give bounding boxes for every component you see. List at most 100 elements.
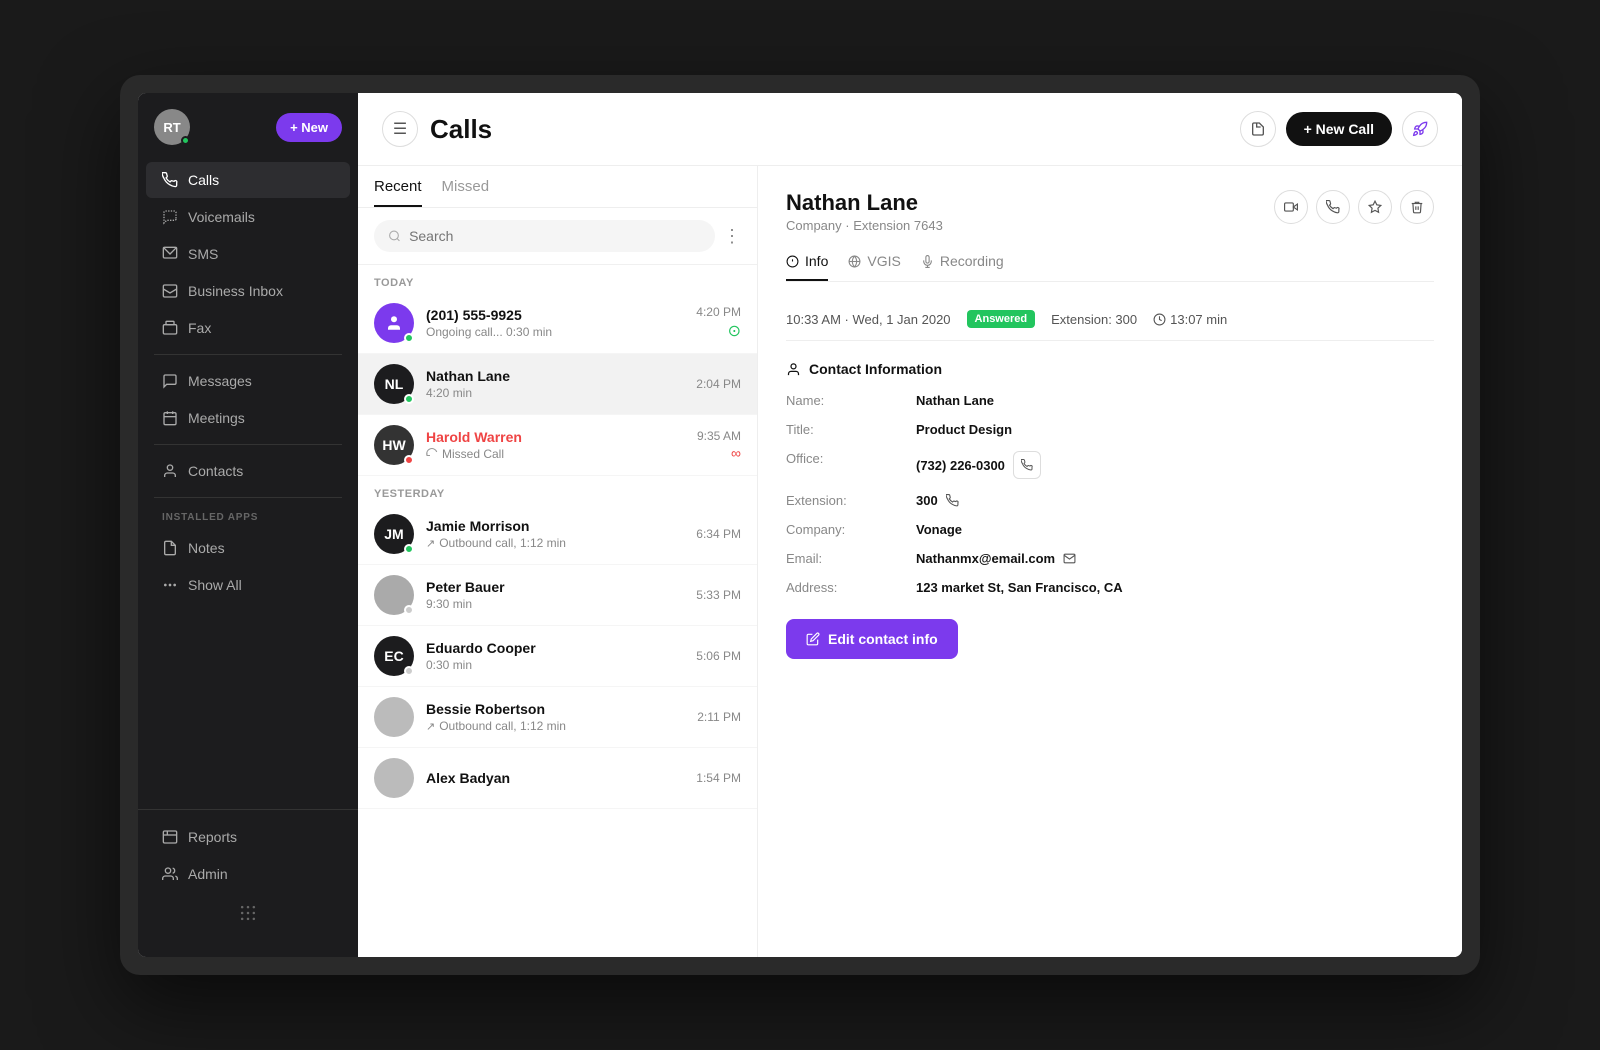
caller-name: Bessie Robertson [426,701,685,717]
sms-icon [162,246,178,262]
keypad-button[interactable] [138,893,358,933]
notes-icon [162,540,178,556]
rocket-button[interactable] [1402,111,1438,147]
email-label: Email: [786,551,916,566]
call-meta: 10:33 AM · Wed, 1 Jan 2020 Answered Exte… [786,298,1434,341]
sidebar-item-meetings[interactable]: Meetings [146,400,350,436]
main-content: ☰ Calls + New Call [358,93,1462,957]
status-badge: Answered [967,310,1036,328]
sidebar-item-fax[interactable]: Fax [146,310,350,346]
fax-icon [162,320,178,336]
list-item[interactable]: NL Nathan Lane 4:20 min 2:04 PM [358,354,757,415]
new-button[interactable]: + New [276,113,342,142]
nav-divider-3 [154,497,342,498]
call-time: 6:34 PM [696,527,741,541]
tab-vgis[interactable]: VGIS [848,253,900,281]
today-label: TODAY [358,265,757,293]
list-item[interactable]: HW Harold Warren Missed Call [358,415,757,476]
nav-divider-2 [154,444,342,445]
edit-contact-button[interactable]: Edit contact info [786,619,958,659]
call-info: Nathan Lane 4:20 min [426,368,684,400]
contact-actions [1274,190,1434,224]
recording-icon [921,255,934,268]
list-item[interactable]: Bessie Robertson ↗ Outbound call, 1:12 m… [358,687,757,748]
main-header: ☰ Calls + New Call [358,93,1462,166]
call-sub: 4:20 min [426,386,684,400]
new-call-button[interactable]: + New Call [1286,112,1392,146]
sidebar-nav: Calls Voicemails SMS Business Inbox [138,161,358,801]
office-label: Office: [786,451,916,479]
sidebar-label-contacts: Contacts [188,463,243,479]
contact-name-block: Nathan Lane Company · Extension 7643 [786,190,943,233]
tab-recent[interactable]: Recent [374,178,422,207]
sidebar-item-notes[interactable]: Notes [146,530,350,566]
list-item[interactable]: Peter Bauer 9:30 min 5:33 PM [358,565,757,626]
calls-list: Recent Missed ⋮ TODAY [358,166,758,957]
voicemail-icon [162,209,178,225]
list-item[interactable]: Alex Badyan 1:54 PM [358,748,757,809]
detail-tabs: Info VGIS Recording [786,253,1434,282]
address-label: Address: [786,580,916,595]
caller-name: Nathan Lane [426,368,684,384]
list-item[interactable]: (201) 555-9925 Ongoing call... 0:30 min … [358,293,757,354]
sidebar-label-fax: Fax [188,320,211,336]
sidebar-item-messages[interactable]: Messages [146,363,350,399]
info-grid: Name: Nathan Lane Title: Product Design … [786,393,1434,595]
sidebar-header: RT + New [138,109,358,161]
sidebar-item-contacts[interactable]: Contacts [146,453,350,489]
status-dot [404,394,414,404]
call-info: Alex Badyan [426,770,684,786]
inbox-icon [162,283,178,299]
phone-small-icon [1021,459,1033,471]
call-avatar [374,758,414,798]
phone-icon [1326,200,1340,214]
search-input[interactable] [409,228,701,244]
page-title: Calls [430,114,492,145]
office-call-button[interactable] [1013,451,1041,479]
extension-label: Extension: [786,493,916,508]
email-value: Nathanmx@email.com [916,551,1434,566]
tab-recording[interactable]: Recording [921,253,1004,281]
duration: 13:07 min [1153,312,1227,327]
avatar-status-dot [181,136,190,145]
edit-icon [806,632,820,646]
sidebar-item-show-all[interactable]: Show All [146,567,350,603]
settings-button[interactable] [1240,111,1276,147]
company-value: Vonage [916,522,1434,537]
sidebar-item-sms[interactable]: SMS [146,236,350,272]
sidebar-item-business-inbox[interactable]: Business Inbox [146,273,350,309]
rocket-icon [1412,121,1428,137]
video-call-button[interactable] [1274,190,1308,224]
call-avatar [374,697,414,737]
list-item[interactable]: EC Eduardo Cooper 0:30 min 5:06 PM [358,626,757,687]
call-sub: ↗ Outbound call, 1:12 min [426,719,685,733]
call-time: 2:11 PM [697,710,741,724]
call-time: 9:35 AM ∞ [697,429,741,461]
calls-icon [162,172,178,188]
tab-missed[interactable]: Missed [442,178,490,207]
nav-divider-1 [154,354,342,355]
call-time: 1:54 PM [696,771,741,785]
sidebar-label-admin: Admin [188,866,228,882]
name-value: Nathan Lane [916,393,1434,408]
tab-info[interactable]: Info [786,253,828,281]
more-options-button[interactable]: ⋮ [723,226,741,247]
caller-name: Alex Badyan [426,770,684,786]
delete-button[interactable] [1400,190,1434,224]
title-label: Title: [786,422,916,437]
call-avatar: NL [374,364,414,404]
sidebar-item-voicemails[interactable]: Voicemails [146,199,350,235]
sidebar-item-reports[interactable]: Reports [146,819,350,855]
sidebar-label-calls: Calls [188,172,219,188]
avatar: RT [154,109,190,145]
missed-call-icon [426,448,438,460]
sidebar-item-admin[interactable]: Admin [146,856,350,892]
sidebar-item-calls[interactable]: Calls [146,162,350,198]
phone-button[interactable] [1316,190,1350,224]
star-button[interactable] [1358,190,1392,224]
sidebar-label-notes: Notes [188,540,225,556]
section-title: Contact Information [786,361,1434,377]
list-item[interactable]: JM Jamie Morrison ↗ Outbound call, 1:12 … [358,504,757,565]
calls-tabs: Recent Missed [358,166,757,208]
menu-button[interactable]: ☰ [382,111,418,147]
